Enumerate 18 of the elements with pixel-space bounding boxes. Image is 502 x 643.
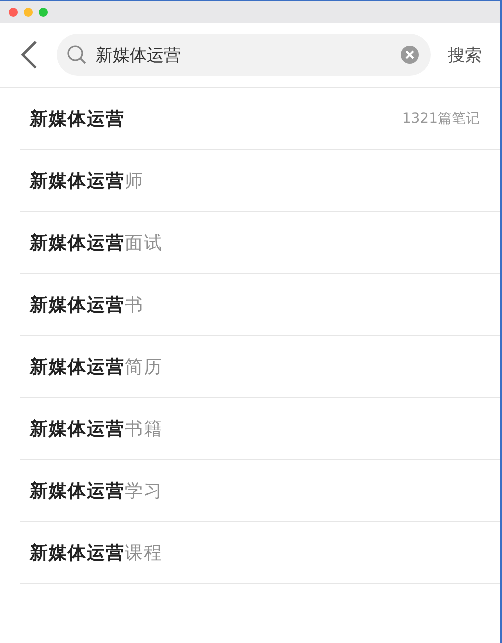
search-bar[interactable]: 新媒体运营 <box>57 34 431 76</box>
window-button[interactable] <box>9 8 18 16</box>
search-button[interactable]: 搜索 <box>448 44 482 66</box>
suggestion-item[interactable]: 新媒体运营学习 <box>20 460 500 522</box>
note-count: 1321篇笔记 <box>402 110 480 128</box>
suggestion-item[interactable]: 新媒体运营书籍 <box>20 398 500 460</box>
suggestion-item[interactable]: 新媒体运营课程 <box>20 522 500 584</box>
search-icon <box>67 45 87 65</box>
suggestion-item[interactable]: 新媒体运营师 <box>20 150 500 212</box>
back-icon[interactable] <box>20 40 38 70</box>
suggestion-item[interactable]: 新媒体运营书 <box>20 274 500 336</box>
suggestion-item[interactable]: 新媒体运营 1321篇笔记 <box>20 88 500 150</box>
clear-icon[interactable] <box>401 46 419 64</box>
search-field[interactable]: 新媒体运营 <box>96 45 392 65</box>
window-button[interactable] <box>24 8 33 16</box>
suggestion-item[interactable]: 新媒体运营简历 <box>20 336 500 398</box>
suggestion-item[interactable]: 新媒体运营面试 <box>20 212 500 274</box>
window-button[interactable] <box>39 8 48 16</box>
